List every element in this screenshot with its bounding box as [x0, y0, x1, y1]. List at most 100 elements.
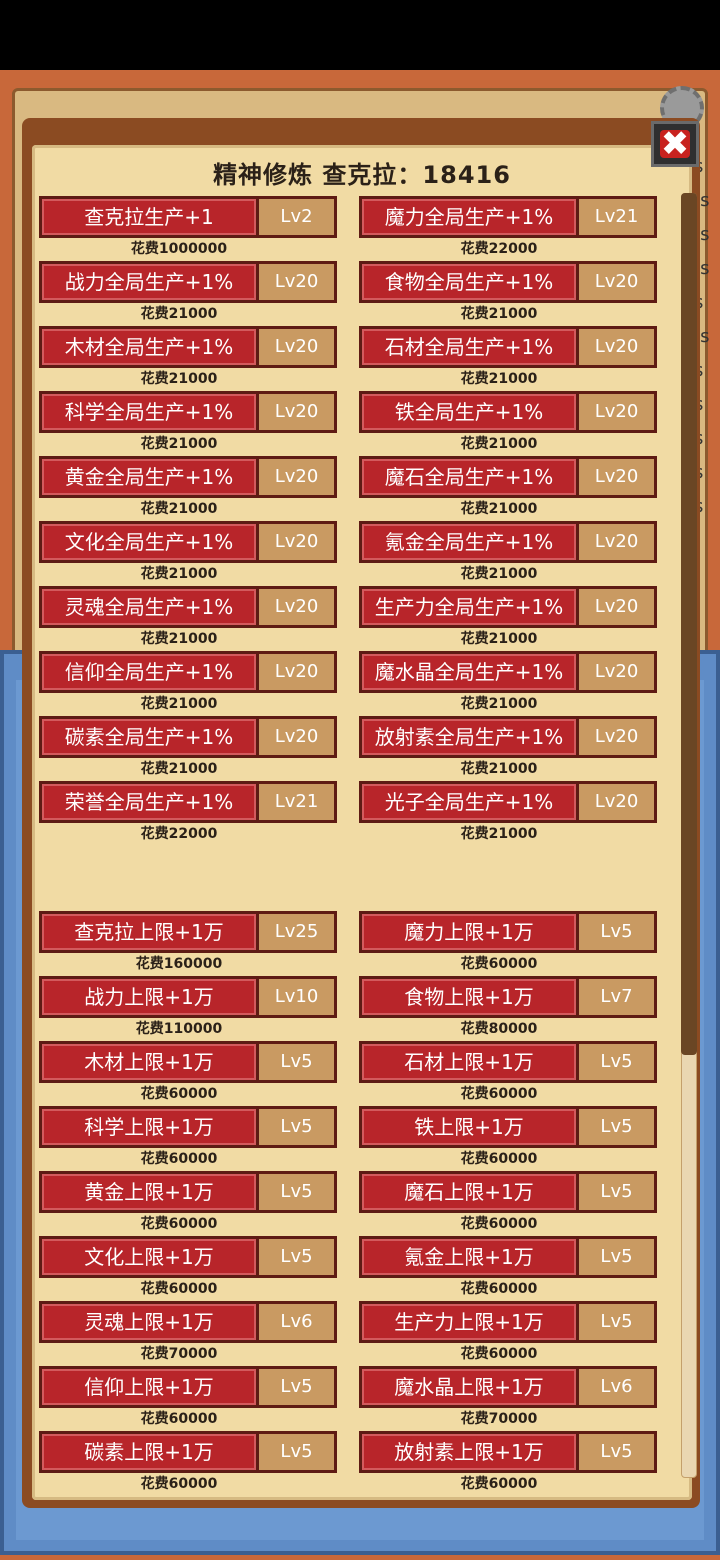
upgrade-item: 魔石全局生产+1% Lv20 花费21000 [359, 456, 657, 522]
upgrade-item: 光子全局生产+1% Lv20 花费21000 [359, 781, 657, 847]
upgrade-item: 信仰全局生产+1% Lv20 花费21000 [39, 651, 337, 717]
upgrade-button[interactable]: 铁上限+1万 [359, 1106, 579, 1148]
level-badge: Lv5 [259, 1106, 337, 1148]
level-badge: Lv20 [579, 326, 657, 368]
level-badge: Lv20 [259, 391, 337, 433]
upgrade-button[interactable]: 石材上限+1万 [359, 1041, 579, 1083]
level-badge: Lv5 [579, 1171, 657, 1213]
cost-label: 花费21000 [460, 566, 538, 582]
upgrade-item: 黄金全局生产+1% Lv20 花费21000 [39, 456, 337, 522]
upgrade-button[interactable]: 科学全局生产+1% [39, 391, 259, 433]
upgrade-button[interactable]: 魔水晶全局生产+1% [359, 651, 579, 693]
level-badge: Lv6 [259, 1301, 337, 1343]
upgrade-button[interactable]: 战力上限+1万 [39, 976, 259, 1018]
cost-label: 花费21000 [460, 761, 538, 777]
cost-label: 花费60000 [140, 1151, 218, 1167]
upgrade-button[interactable]: 文化上限+1万 [39, 1236, 259, 1278]
upgrade-button[interactable]: 查克拉上限+1万 [39, 911, 259, 953]
upgrade-item: 战力全局生产+1% Lv20 花费21000 [39, 261, 337, 327]
scrollbar-thumb[interactable] [681, 193, 697, 1055]
cost-label: 花费60000 [460, 1346, 538, 1362]
upgrade-button[interactable]: 木材上限+1万 [39, 1041, 259, 1083]
level-badge: Lv20 [579, 521, 657, 563]
close-button[interactable]: ✖ [651, 121, 699, 167]
cost-label: 花费21000 [460, 306, 538, 322]
upgrade-button[interactable]: 铁全局生产+1% [359, 391, 579, 433]
level-badge: Lv20 [259, 716, 337, 758]
level-badge: Lv6 [579, 1366, 657, 1408]
cost-label: 花费60000 [140, 1281, 218, 1297]
cost-label: 花费60000 [140, 1411, 218, 1427]
upgrade-button[interactable]: 战力全局生产+1% [39, 261, 259, 303]
upgrade-button[interactable]: 放射素上限+1万 [359, 1431, 579, 1473]
cost-label: 花费21000 [140, 371, 218, 387]
level-badge: Lv21 [579, 196, 657, 238]
cost-label: 花费21000 [460, 371, 538, 387]
upgrade-button[interactable]: 光子全局生产+1% [359, 781, 579, 823]
upgrade-button[interactable]: 碳素上限+1万 [39, 1431, 259, 1473]
upgrade-button[interactable]: 黄金全局生产+1% [39, 456, 259, 498]
upgrade-item: 铁全局生产+1% Lv20 花费21000 [359, 391, 657, 457]
level-badge: Lv5 [259, 1366, 337, 1408]
upgrade-button[interactable]: 灵魂全局生产+1% [39, 586, 259, 628]
level-badge: Lv20 [259, 261, 337, 303]
upgrade-button[interactable]: 石材全局生产+1% [359, 326, 579, 368]
upgrade-button[interactable]: 氪金上限+1万 [359, 1236, 579, 1278]
cost-label: 花费70000 [460, 1411, 538, 1427]
upgrade-button[interactable]: 食物全局生产+1% [359, 261, 579, 303]
level-badge: Lv20 [259, 456, 337, 498]
cost-label: 花费60000 [460, 1086, 538, 1102]
cost-label: 花费110000 [135, 1021, 223, 1037]
cost-label: 花费60000 [140, 1086, 218, 1102]
status-bar [0, 0, 720, 70]
upgrade-button[interactable]: 黄金上限+1万 [39, 1171, 259, 1213]
upgrade-item: 放射素上限+1万 Lv5 花费60000 [359, 1431, 657, 1497]
cost-label: 花费22000 [140, 826, 218, 842]
upgrade-button[interactable]: 放射素全局生产+1% [359, 716, 579, 758]
level-badge: Lv20 [579, 781, 657, 823]
upgrade-item: 魔水晶全局生产+1% Lv20 花费21000 [359, 651, 657, 717]
upgrade-item: 铁上限+1万 Lv5 花费60000 [359, 1106, 657, 1172]
upgrade-button[interactable]: 魔力全局生产+1% [359, 196, 579, 238]
upgrade-button[interactable]: 木材全局生产+1% [39, 326, 259, 368]
upgrade-button[interactable]: 氪金全局生产+1% [359, 521, 579, 563]
upgrade-button[interactable]: 碳素全局生产+1% [39, 716, 259, 758]
upgrade-button[interactable]: 文化全局生产+1% [39, 521, 259, 563]
upgrade-item: 生产力上限+1万 Lv5 花费60000 [359, 1301, 657, 1367]
upgrade-item: 食物上限+1万 Lv7 花费80000 [359, 976, 657, 1042]
upgrade-button[interactable]: 查克拉生产+1 [39, 196, 259, 238]
level-badge: Lv5 [579, 1106, 657, 1148]
upgrade-button[interactable]: 科学上限+1万 [39, 1106, 259, 1148]
upgrade-item: 碳素全局生产+1% Lv20 花费21000 [39, 716, 337, 782]
upgrade-button[interactable]: 魔石全局生产+1% [359, 456, 579, 498]
upgrade-button[interactable]: 信仰上限+1万 [39, 1366, 259, 1408]
cost-label: 花费80000 [460, 1021, 538, 1037]
level-badge: Lv5 [579, 1301, 657, 1343]
cost-label: 花费21000 [460, 696, 538, 712]
upgrade-button[interactable]: 灵魂上限+1万 [39, 1301, 259, 1343]
upgrade-item: 灵魂全局生产+1% Lv20 花费21000 [39, 586, 337, 652]
upgrade-button[interactable]: 魔力上限+1万 [359, 911, 579, 953]
dialog-title: 精神修炼 查克拉：18416 [213, 161, 511, 189]
upgrade-button[interactable]: 生产力全局生产+1% [359, 586, 579, 628]
level-badge: Lv20 [579, 456, 657, 498]
upgrade-item: 文化上限+1万 Lv5 花费60000 [39, 1236, 337, 1302]
upgrade-item: 石材上限+1万 Lv5 花费60000 [359, 1041, 657, 1107]
cost-label: 花费21000 [460, 501, 538, 517]
upgrade-item: 战力上限+1万 Lv10 花费110000 [39, 976, 337, 1042]
cultivation-dialog-body: 精神修炼 查克拉：18416 查克拉生产+1 Lv2 花费1000000 魔力全局生产… [32, 145, 692, 1500]
cost-label: 花费21000 [140, 501, 218, 517]
upgrade-item: 荣誉全局生产+1% Lv21 花费22000 [39, 781, 337, 847]
upgrade-button[interactable]: 荣誉全局生产+1% [39, 781, 259, 823]
upgrade-button[interactable]: 食物上限+1万 [359, 976, 579, 1018]
upgrade-item: 信仰上限+1万 Lv5 花费60000 [39, 1366, 337, 1432]
upgrade-button[interactable]: 生产力上限+1万 [359, 1301, 579, 1343]
cost-label: 花费21000 [140, 761, 218, 777]
level-badge: Lv21 [259, 781, 337, 823]
cost-label: 花费21000 [460, 436, 538, 452]
level-badge: Lv20 [579, 716, 657, 758]
cost-label: 花费1000000 [130, 241, 228, 257]
upgrade-button[interactable]: 魔水晶上限+1万 [359, 1366, 579, 1408]
upgrade-button[interactable]: 信仰全局生产+1% [39, 651, 259, 693]
upgrade-button[interactable]: 魔石上限+1万 [359, 1171, 579, 1213]
